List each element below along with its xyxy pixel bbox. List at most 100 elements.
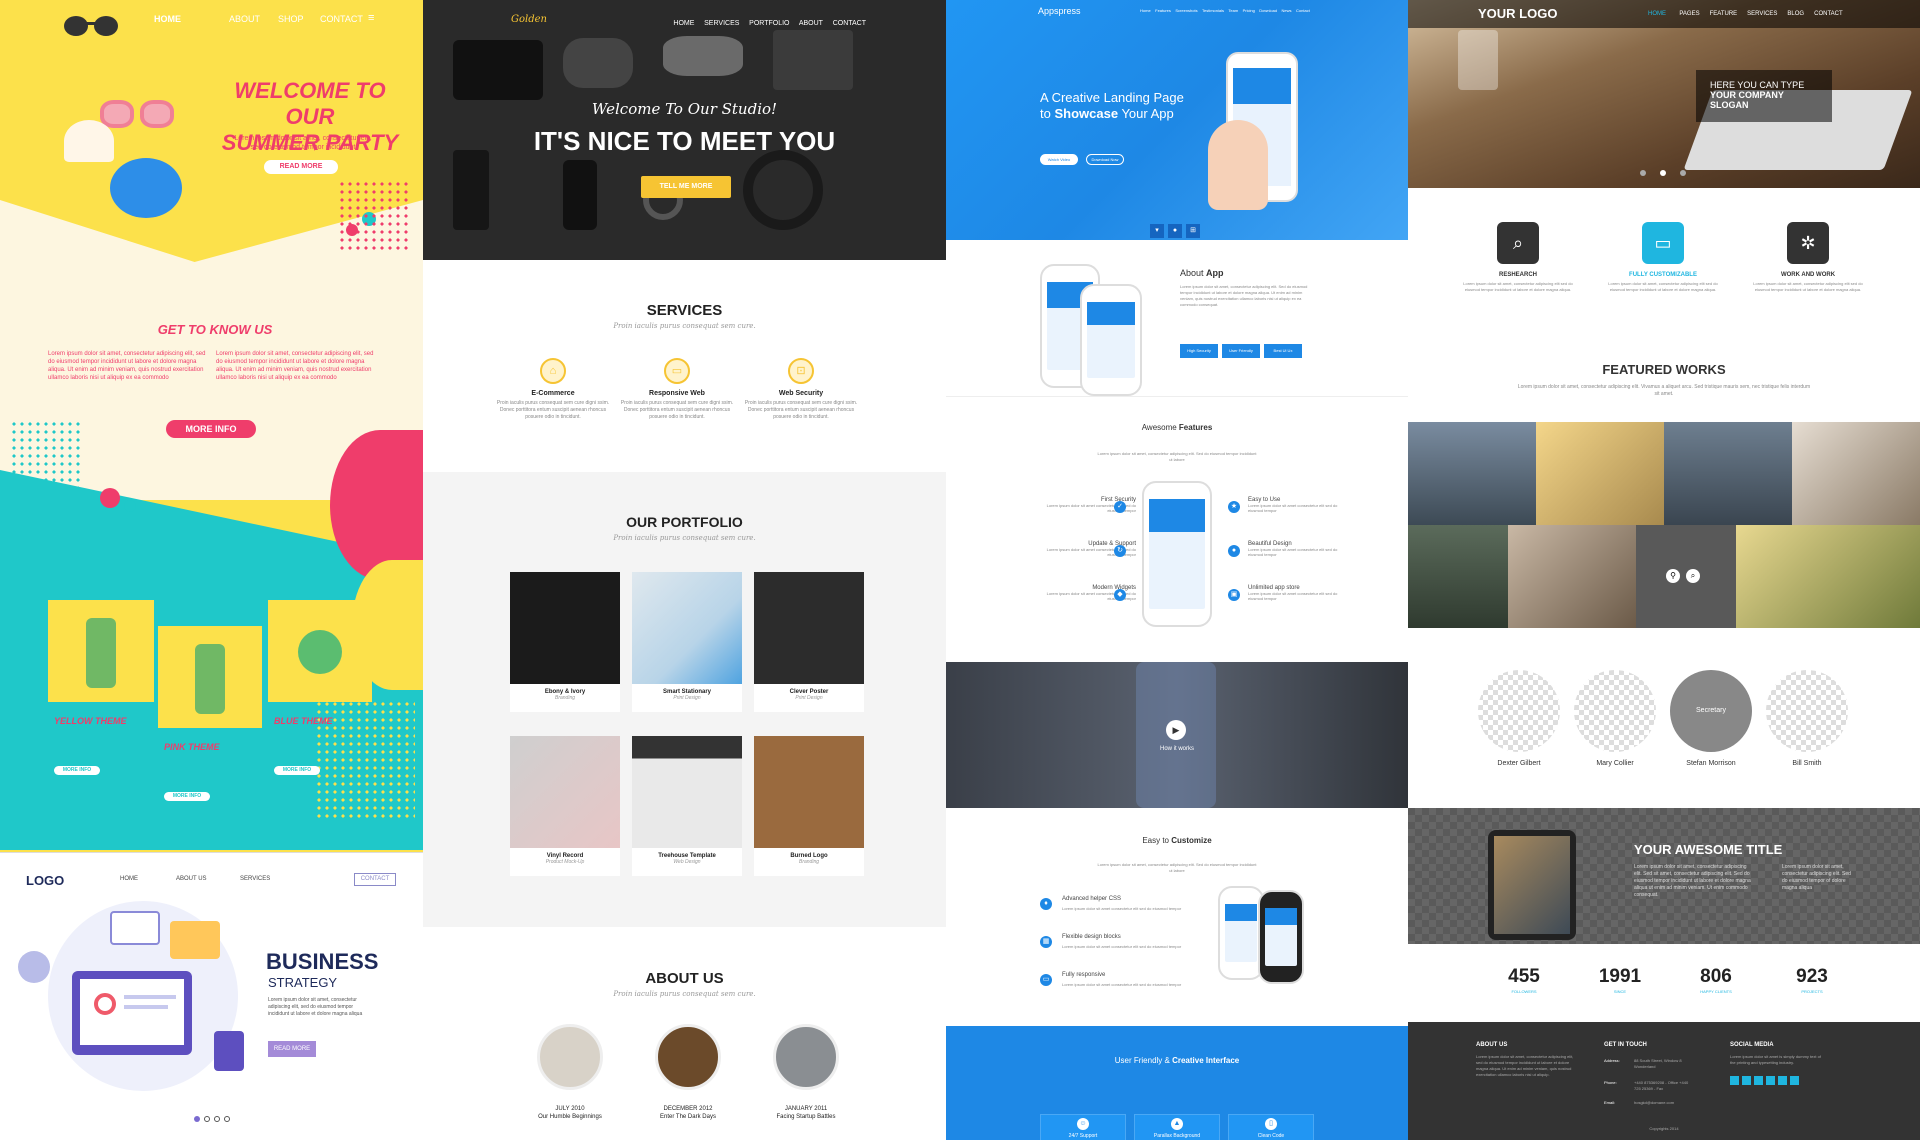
summer-read-more-button[interactable]: READ MORE: [264, 160, 338, 174]
golden-welcome-text: Welcome To Our Studio!: [591, 100, 778, 118]
facebook-icon[interactable]: [1754, 1076, 1763, 1085]
zoom-icon[interactable]: ⌕: [1686, 569, 1700, 583]
summer-more-info-button[interactable]: MORE INFO: [166, 420, 256, 438]
gallery-image-laptop-2[interactable]: [1508, 525, 1636, 628]
hero-slider-dots[interactable]: [1640, 170, 1690, 178]
apps-watch-video-button[interactable]: Watch Video: [1040, 154, 1078, 165]
apple-icon[interactable]: ●: [1168, 224, 1182, 238]
appspress-template: Appspress Home Features Screenshots Test…: [946, 0, 1408, 1140]
portfolio-item[interactable]: Burned Logo Branding: [754, 736, 864, 876]
summer-nav-contact[interactable]: CONTACT: [320, 14, 363, 24]
portfolio-item[interactable]: Clever Poster Print Design: [754, 572, 864, 712]
portfolio-item[interactable]: Ebony & Ivory Branding: [510, 572, 620, 712]
hamburger-menu-icon[interactable]: ≡: [368, 12, 374, 24]
yellow-theme-image: [48, 600, 154, 702]
corporate-nav-contact[interactable]: CONTACT: [1814, 11, 1843, 17]
business-read-more-button[interactable]: READ MORE: [268, 1041, 316, 1057]
apps-nav-team[interactable]: Team: [1228, 8, 1238, 13]
gallery-image-city[interactable]: [1408, 422, 1536, 525]
apps-nav-download[interactable]: Download: [1259, 8, 1277, 13]
high-security-button[interactable]: High Security: [1180, 344, 1218, 358]
corporate-logo[interactable]: YOUR LOGO: [1478, 6, 1557, 21]
vimeo-icon[interactable]: [1778, 1076, 1787, 1085]
golden-studio-template: HOME SERVICES PORTFOLIO ABOUT CONTACT Go…: [423, 0, 946, 1140]
footer-email-value[interactable]: hosgkd@domane.com: [1634, 1100, 1674, 1105]
golden-nav-about[interactable]: ABOUT: [799, 20, 823, 27]
gallery-image-sunlight[interactable]: [1536, 422, 1664, 525]
apps-download-button[interactable]: Download Now: [1086, 154, 1124, 165]
apps-nav-pricing[interactable]: Pricing: [1243, 8, 1255, 13]
corporate-nav-services[interactable]: SERVICES: [1747, 11, 1777, 17]
apps-logo[interactable]: Appspress: [1038, 6, 1081, 16]
user-friendly-button[interactable]: User Friendly: [1222, 344, 1260, 358]
blue-theme-more-button[interactable]: MORE INFO: [274, 766, 320, 775]
business-contact-button[interactable]: CONTACT: [354, 873, 396, 886]
slider-dot[interactable]: [1680, 170, 1686, 176]
business-nav-home[interactable]: HOME: [120, 876, 138, 882]
apps-nav-screenshots[interactable]: Screenshots: [1175, 8, 1197, 13]
gallery-hover-overlay[interactable]: ⚲ ⌕: [1636, 525, 1736, 628]
apps-hero-title: A Creative Landing Page to Showcase Your…: [1040, 90, 1184, 122]
portfolio-item[interactable]: Vinyl Record Product Mock-Up: [510, 736, 620, 876]
feature-title: RESHEARCH: [1498, 272, 1537, 278]
apps-nav-news[interactable]: News: [1282, 8, 1292, 13]
slider-dot[interactable]: [1640, 170, 1646, 176]
golden-cta-button[interactable]: TELL ME MORE: [641, 176, 731, 198]
summer-nav-about[interactable]: ABOUT: [229, 14, 260, 24]
golden-nav-contact[interactable]: CONTACT: [833, 20, 866, 27]
golden-services-title: SERVICES: [646, 302, 723, 319]
slider-dot-active[interactable]: [1660, 170, 1666, 176]
windows-icon[interactable]: ⊞: [1186, 224, 1200, 238]
customize-title-prefix: Easy to: [1142, 836, 1172, 845]
golden-nav-portfolio[interactable]: PORTFOLIO: [749, 20, 789, 27]
youtube-icon[interactable]: [1790, 1076, 1799, 1085]
business-title: BUSINESS: [266, 949, 379, 974]
golden-nav-services[interactable]: SERVICES: [704, 20, 739, 27]
team-member-name: Mary Collier: [1596, 760, 1634, 767]
yellow-theme-more-button[interactable]: MORE INFO: [54, 766, 100, 775]
business-carousel-dots[interactable]: [194, 1116, 234, 1124]
twitter-icon[interactable]: [1742, 1076, 1751, 1085]
carousel-dot[interactable]: [214, 1116, 220, 1122]
summer-nav-shop[interactable]: SHOP: [278, 14, 304, 24]
business-nav-services[interactable]: SERVICES: [240, 876, 270, 882]
thumbs-up-icon: ★: [1228, 501, 1240, 513]
know-us-text-left: Lorem ipsum dolor sit amet, consectetur …: [48, 351, 206, 381]
golden-nav-home[interactable]: HOME: [673, 20, 694, 27]
service-ecommerce: ⌂ E-Commerce Proin iaculis purus consequ…: [493, 358, 613, 421]
shield-icon: ✓: [1114, 501, 1126, 513]
rss-icon[interactable]: [1730, 1076, 1739, 1085]
apps-nav-features[interactable]: Features: [1155, 8, 1171, 13]
corporate-nav-pages[interactable]: PAGES: [1679, 11, 1699, 17]
corporate-nav-feature[interactable]: FEATURE: [1710, 11, 1738, 17]
gallery-image-girl[interactable]: [1736, 525, 1920, 628]
gallery-image-street[interactable]: [1408, 525, 1508, 628]
summer-nav-home[interactable]: HOME: [154, 14, 181, 24]
golden-logo[interactable]: Golden: [511, 14, 547, 25]
gallery-image-laptop[interactable]: [1792, 422, 1920, 525]
google-plus-icon[interactable]: [1766, 1076, 1775, 1085]
android-icon[interactable]: ▾: [1150, 224, 1164, 238]
notebook-image-2: [453, 150, 489, 230]
pink-theme-more-button[interactable]: MORE INFO: [164, 792, 210, 801]
apps-nav-testimonials[interactable]: Testimonials: [1202, 8, 1224, 13]
apps-nav-home[interactable]: Home: [1140, 8, 1151, 13]
blue-theme-label: BLUE THEME: [274, 716, 333, 726]
portfolio-item[interactable]: Treehouse Template Web Design: [632, 736, 742, 876]
corporate-features: ⌕ RESHEARCH Lorem ipsum dolor sit amet, …: [1458, 222, 1868, 322]
play-icon[interactable]: ▶: [1166, 720, 1186, 740]
corporate-nav-home[interactable]: HOME: [1648, 11, 1666, 17]
carousel-dot-active[interactable]: [194, 1116, 200, 1122]
corporate-nav-blog[interactable]: BLOG: [1787, 11, 1804, 17]
gallery-image-city-2[interactable]: [1664, 422, 1792, 525]
carousel-dot[interactable]: [204, 1116, 210, 1122]
link-icon[interactable]: ⚲: [1666, 569, 1680, 583]
apps-nav-contact[interactable]: Contact: [1296, 8, 1310, 13]
customize-phone-2: [1258, 890, 1304, 984]
globe-search-icon: ⌕: [1497, 222, 1539, 264]
crab-toy-image: [110, 158, 182, 218]
portfolio-item[interactable]: Smart Stationary Print Design: [632, 572, 742, 712]
carousel-dot[interactable]: [224, 1116, 230, 1122]
business-nav-about[interactable]: ABOUT US: [176, 876, 207, 882]
best-ui-button[interactable]: Best Ui Ux: [1264, 344, 1302, 358]
